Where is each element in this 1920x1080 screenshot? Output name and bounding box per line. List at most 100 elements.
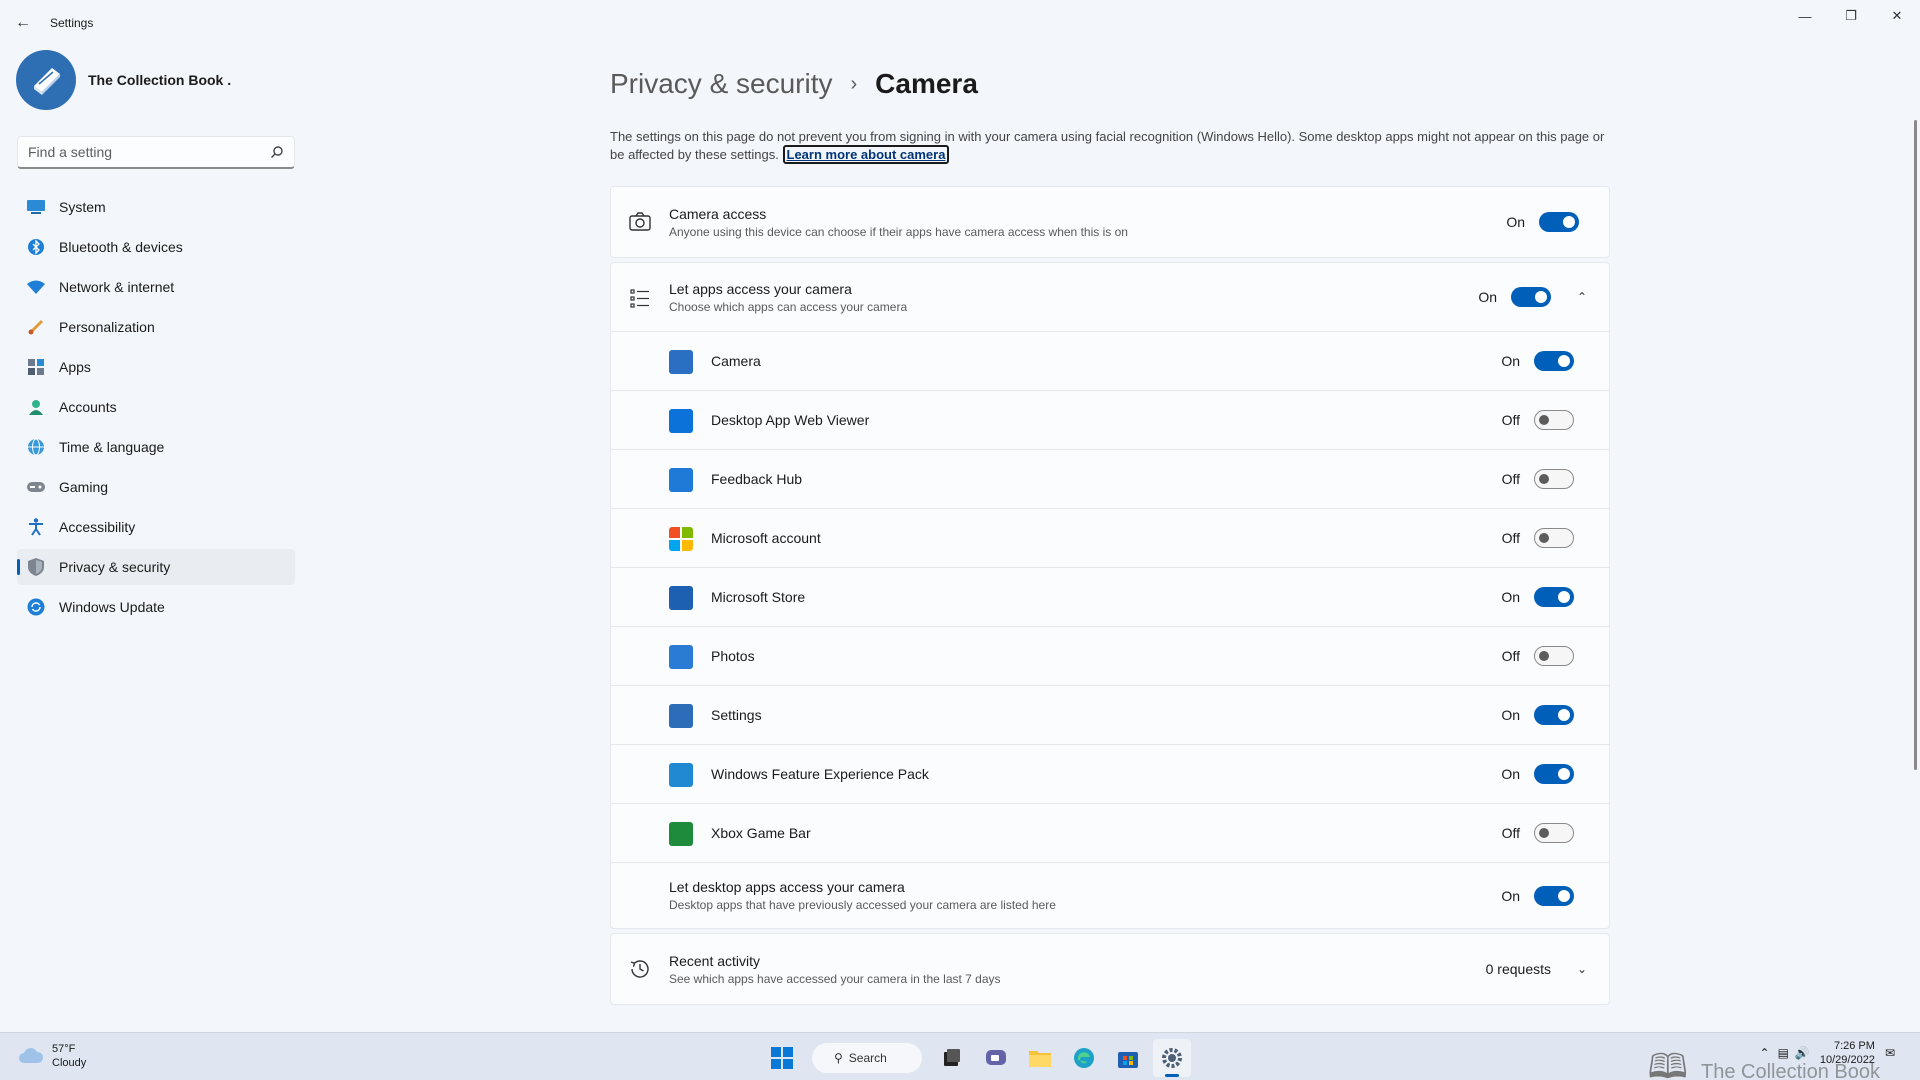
search-box[interactable] [17, 136, 295, 169]
breadcrumb-parent[interactable]: Privacy & security [610, 68, 833, 100]
accessibility-icon [27, 518, 45, 536]
notification-icon[interactable]: ✉ [1885, 1046, 1895, 1060]
sidebar-item-accessibility[interactable]: Accessibility [17, 509, 295, 545]
taskbar-apps: ⚲ Search [760, 1039, 1194, 1077]
photos-app-toggle[interactable] [1534, 646, 1574, 666]
close-button[interactable]: ✕ [1874, 0, 1920, 32]
feedback-hub-app-toggle[interactable] [1534, 469, 1574, 489]
apps-access-toggle[interactable] [1511, 287, 1551, 307]
sidebar-item-apps[interactable]: Apps [17, 349, 295, 385]
scrollbar[interactable] [1914, 120, 1917, 770]
photos-app-icon [669, 645, 693, 669]
shield-icon [27, 558, 45, 576]
chevron-down-icon[interactable]: ⌄ [1577, 934, 1587, 1004]
xbox-game-bar-app-icon [669, 822, 693, 846]
desktop-access-title: Let desktop apps access your camera [669, 879, 905, 895]
avatar[interactable] [16, 50, 76, 110]
desktop-access-toggle-wrap: On [1501, 863, 1574, 928]
teams-chat-button[interactable] [977, 1039, 1015, 1077]
window-controls: — ❐ ✕ [1782, 0, 1920, 32]
volume-icon[interactable]: 🔊 [1795, 1046, 1810, 1060]
list-icon [630, 289, 649, 308]
title-bar: ← Settings — ❐ ✕ [0, 0, 1920, 46]
store-app-icon [669, 586, 693, 610]
taskbar-search[interactable]: ⚲ Search [812, 1043, 922, 1073]
desktop-apps-access-toggle[interactable] [1534, 885, 1574, 906]
camera-access-row: Camera access Anyone using this device c… [611, 187, 1609, 257]
apps-access-card: Let apps access your camera Choose which… [610, 262, 1610, 929]
page-title: Camera [875, 68, 978, 99]
network-tray-icon[interactable]: ▤ [1778, 1046, 1789, 1060]
camera-access-toggle-wrap: On [1506, 187, 1579, 257]
chevron-up-icon[interactable]: ⌃ [1760, 1046, 1770, 1060]
chevron-up-icon[interactable]: ⌃ [1577, 263, 1587, 331]
app-name: Photos [711, 648, 755, 664]
recent-activity-row[interactable]: Recent activity See which apps have acce… [611, 934, 1609, 1004]
apps-access-row[interactable]: Let apps access your camera Choose which… [611, 263, 1609, 331]
app-toggle-wrap: Off [1502, 450, 1574, 508]
file-explorer-button[interactable] [1021, 1039, 1059, 1077]
sidebar-item-accounts[interactable]: Accounts [17, 389, 295, 425]
app-toggle-wrap: Off [1502, 391, 1574, 449]
app-toggle-wrap: Off [1502, 627, 1574, 685]
clock[interactable]: 7:26 PM 10/29/2022 [1820, 1039, 1875, 1067]
maximize-button[interactable]: ❐ [1828, 0, 1874, 32]
clock-date: 10/29/2022 [1819, 1054, 1875, 1066]
camera-access-toggle[interactable] [1539, 212, 1579, 232]
controller-icon [27, 478, 45, 496]
search-input[interactable] [28, 144, 248, 160]
app-name: Windows Feature Experience Pack [711, 766, 929, 782]
settings-taskbar-button[interactable] [1153, 1039, 1191, 1077]
toggle-state-label: Off [1501, 471, 1520, 487]
xbox-game-bar-app-toggle[interactable] [1534, 823, 1574, 843]
app-toggle-wrap: On [1501, 745, 1574, 803]
sidebar-item-personalization[interactable]: Personalization [17, 309, 295, 345]
apps-icon [27, 358, 45, 376]
profile-header: The Collection Book . [0, 46, 300, 114]
sidebar-item-gaming[interactable]: Gaming [17, 469, 295, 505]
description-text: The settings on this page do not prevent… [610, 129, 1605, 162]
accounts-icon [27, 398, 45, 416]
store-bag-icon [1118, 1052, 1138, 1068]
sidebar-item-windows-update[interactable]: Windows Update [17, 589, 295, 625]
minimize-button[interactable]: — [1782, 0, 1828, 32]
sidebar-item-label: Network & internet [59, 279, 175, 295]
feature-pack-app-toggle[interactable] [1534, 764, 1574, 784]
close-icon: ✕ [1891, 8, 1903, 23]
update-icon [27, 598, 45, 616]
start-button[interactable] [763, 1039, 801, 1077]
settings-app-toggle[interactable] [1534, 705, 1574, 725]
back-button[interactable]: ← [0, 0, 46, 46]
store-button[interactable] [1109, 1039, 1147, 1077]
camera-app-toggle[interactable] [1534, 351, 1574, 371]
sidebar-item-system[interactable]: System [17, 189, 295, 225]
history-icon [630, 960, 649, 978]
sidebar-item-bluetooth[interactable]: Bluetooth & devices [17, 229, 295, 265]
sidebar-item-label: Accessibility [59, 519, 136, 535]
task-view-button[interactable] [933, 1039, 971, 1077]
gear-icon [1162, 1048, 1182, 1068]
cloud-icon [19, 1048, 44, 1063]
app-name: Camera [711, 353, 761, 369]
store-app-toggle[interactable] [1534, 587, 1574, 607]
sidebar-item-network[interactable]: Network & internet [17, 269, 295, 305]
learn-more-link[interactable]: Learn more about camera [782, 145, 950, 164]
edge-browser-button[interactable] [1065, 1039, 1103, 1077]
app-name: Feedback Hub [711, 471, 803, 487]
microsoft-logo-icon [669, 527, 693, 551]
sidebar-item-time-language[interactable]: Time & language [17, 429, 295, 465]
sidebar-item-label: Bluetooth & devices [59, 239, 183, 255]
weather-widget[interactable]: 57°F Cloudy [18, 1042, 86, 1070]
camera-access-title: Camera access [669, 205, 767, 222]
desktop-apps-access-row: Let desktop apps access your camera Desk… [611, 862, 1609, 928]
microsoft-account-app-toggle[interactable] [1534, 528, 1574, 548]
app-toggle-wrap: On [1501, 332, 1574, 390]
bluetooth-icon [27, 238, 45, 256]
camera-access-card: Camera access Anyone using this device c… [610, 186, 1610, 258]
sidebar-item-privacy-security[interactable]: Privacy & security [17, 549, 295, 585]
camera-access-text: Camera access Anyone using this device c… [669, 206, 1128, 239]
taskbar: 57°F Cloudy ⚲ Search 🕮 The Collection Bo… [0, 1032, 1920, 1080]
recent-activity-value-wrap: 0 requests [1486, 934, 1551, 1004]
web-viewer-app-toggle[interactable] [1534, 410, 1574, 430]
sidebar-item-label: System [59, 199, 106, 215]
